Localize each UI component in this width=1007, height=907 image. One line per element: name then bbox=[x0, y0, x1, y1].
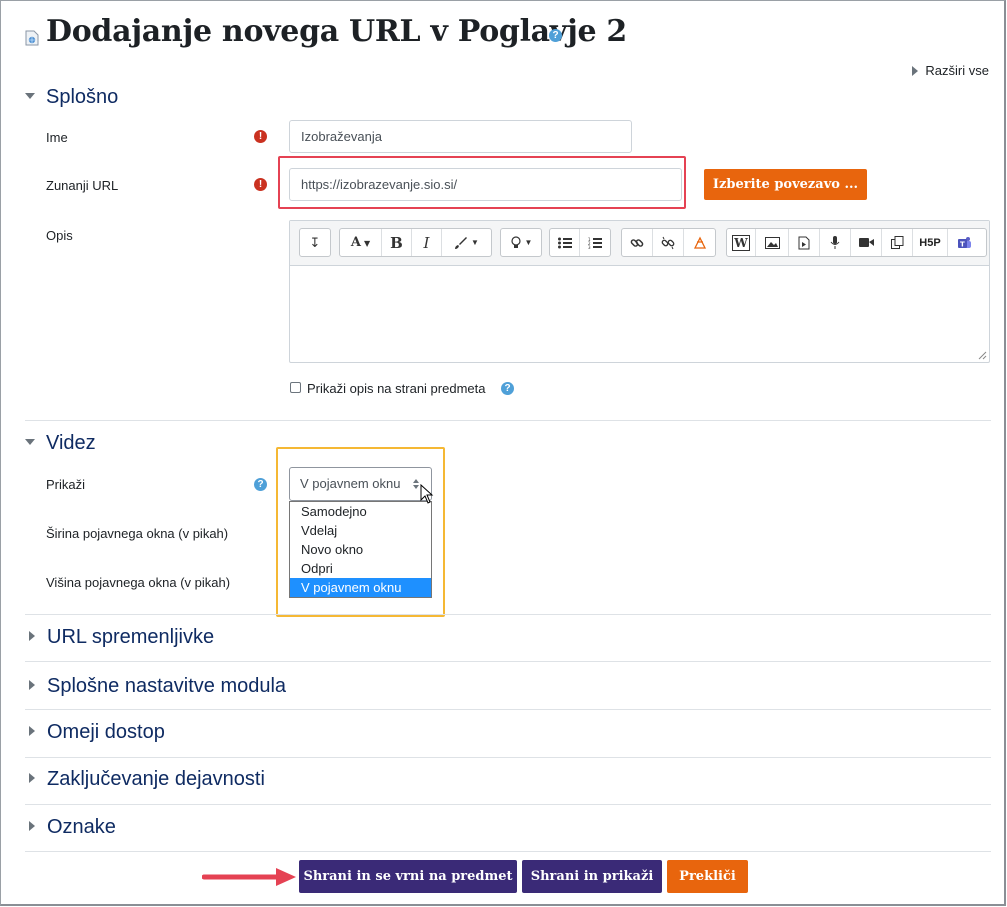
image-icon[interactable] bbox=[756, 229, 789, 256]
show-description-label: Prikaži opis na strani predmeta bbox=[307, 381, 486, 396]
microphone-icon[interactable] bbox=[820, 229, 851, 256]
popup-width-label: Širina pojavnega okna (v pikah) bbox=[46, 526, 229, 541]
section-activity-completion[interactable]: Zaključevanje dejavnosti bbox=[25, 768, 265, 791]
unlink-icon[interactable] bbox=[653, 229, 684, 256]
divider bbox=[25, 614, 991, 615]
collapse-icon[interactable]: ↧ bbox=[300, 229, 330, 256]
description-editor[interactable]: ↧ A ▼ B I ▼ ▼ 123 W H5P T bbox=[289, 220, 990, 363]
divider bbox=[25, 661, 991, 662]
copy-icon[interactable] bbox=[882, 229, 913, 256]
ordered-list-icon[interactable]: 123 bbox=[580, 229, 610, 256]
divider bbox=[25, 420, 991, 421]
cancel-button[interactable]: Prekliči bbox=[667, 860, 748, 893]
collapse-caret-icon bbox=[25, 439, 35, 445]
highlight-box-display bbox=[276, 447, 445, 617]
paint-brush-icon[interactable]: ▼ bbox=[442, 229, 491, 256]
highlight-box-url bbox=[278, 156, 686, 209]
section-appearance[interactable]: Videz bbox=[25, 432, 96, 455]
media-icon[interactable] bbox=[789, 229, 820, 256]
section-tags[interactable]: Oznake bbox=[25, 816, 116, 839]
teams-icon[interactable]: T bbox=[948, 229, 980, 256]
name-label: Ime bbox=[46, 130, 68, 145]
expand-all-link[interactable]: Razširi vse bbox=[912, 63, 989, 78]
svg-text:T: T bbox=[960, 240, 965, 248]
choose-link-button[interactable]: Izberite povezavo ... bbox=[704, 169, 867, 200]
divider bbox=[25, 851, 991, 852]
section-general[interactable]: Splošno bbox=[25, 86, 118, 109]
description-label: Opis bbox=[46, 228, 73, 243]
help-icon[interactable]: ? bbox=[549, 29, 562, 42]
font-icon[interactable]: A ▼ bbox=[340, 229, 382, 256]
url-module-icon bbox=[25, 30, 39, 46]
expand-all-label: Razširi vse bbox=[925, 63, 989, 78]
emoji-icon[interactable] bbox=[684, 229, 715, 256]
popup-height-label: Višina pojavnega okna (v pikah) bbox=[46, 575, 231, 590]
divider bbox=[25, 804, 991, 805]
unordered-list-icon[interactable] bbox=[550, 229, 580, 256]
expand-caret-icon bbox=[29, 680, 35, 690]
collapse-caret-icon bbox=[25, 93, 35, 99]
required-icon: ! bbox=[254, 130, 267, 143]
expand-caret-icon bbox=[29, 821, 35, 831]
link-icon[interactable] bbox=[622, 229, 653, 256]
help-icon[interactable]: ? bbox=[501, 382, 514, 395]
save-display-button[interactable]: Shrani in prikaži bbox=[522, 860, 662, 893]
editor-toolbar: ↧ A ▼ B I ▼ ▼ 123 W H5P T bbox=[290, 221, 989, 266]
bold-icon[interactable]: B bbox=[382, 229, 412, 256]
italic-icon[interactable]: I bbox=[412, 229, 442, 256]
expand-caret-icon bbox=[29, 726, 35, 736]
resize-handle-icon[interactable] bbox=[978, 351, 987, 360]
show-description-checkbox[interactable] bbox=[290, 382, 301, 393]
expand-caret-icon bbox=[29, 631, 35, 641]
expand-caret-icon bbox=[29, 773, 35, 783]
expand-icon bbox=[912, 66, 919, 76]
section-url-variables[interactable]: URL spremenljivke bbox=[25, 626, 214, 649]
pointer-arrow-icon bbox=[202, 868, 296, 886]
section-restrict-access[interactable]: Omeji dostop bbox=[25, 721, 165, 744]
display-label: Prikaži bbox=[46, 477, 86, 492]
help-icon[interactable]: ? bbox=[254, 478, 267, 491]
page-title: Dodajanje novega URL v Poglavje 2 bbox=[46, 14, 628, 49]
h5p-icon[interactable]: H5P bbox=[913, 229, 948, 256]
section-common-module-settings[interactable]: Splošne nastavitve modula bbox=[25, 675, 286, 698]
url-label: Zunanji URL bbox=[46, 178, 119, 193]
required-icon: ! bbox=[254, 178, 267, 191]
divider bbox=[25, 709, 991, 710]
section-title: Oznake bbox=[47, 816, 116, 838]
section-title: Zaključevanje dejavnosti bbox=[47, 768, 265, 790]
svg-text:3: 3 bbox=[588, 245, 591, 249]
section-appearance-title: Videz bbox=[46, 432, 96, 454]
section-general-title: Splošno bbox=[46, 86, 119, 108]
section-title: URL spremenljivke bbox=[47, 626, 215, 648]
section-title: Splošne nastavitve modula bbox=[47, 675, 287, 697]
section-title: Omeji dostop bbox=[47, 721, 165, 743]
word-import-icon[interactable]: W bbox=[727, 229, 756, 256]
name-input[interactable]: Izobraževanja bbox=[289, 120, 632, 153]
save-return-button[interactable]: Shrani in se vrni na predmet bbox=[299, 860, 517, 893]
lightbulb-icon[interactable]: ▼ bbox=[501, 229, 541, 256]
divider bbox=[25, 757, 991, 758]
video-icon[interactable] bbox=[851, 229, 882, 256]
